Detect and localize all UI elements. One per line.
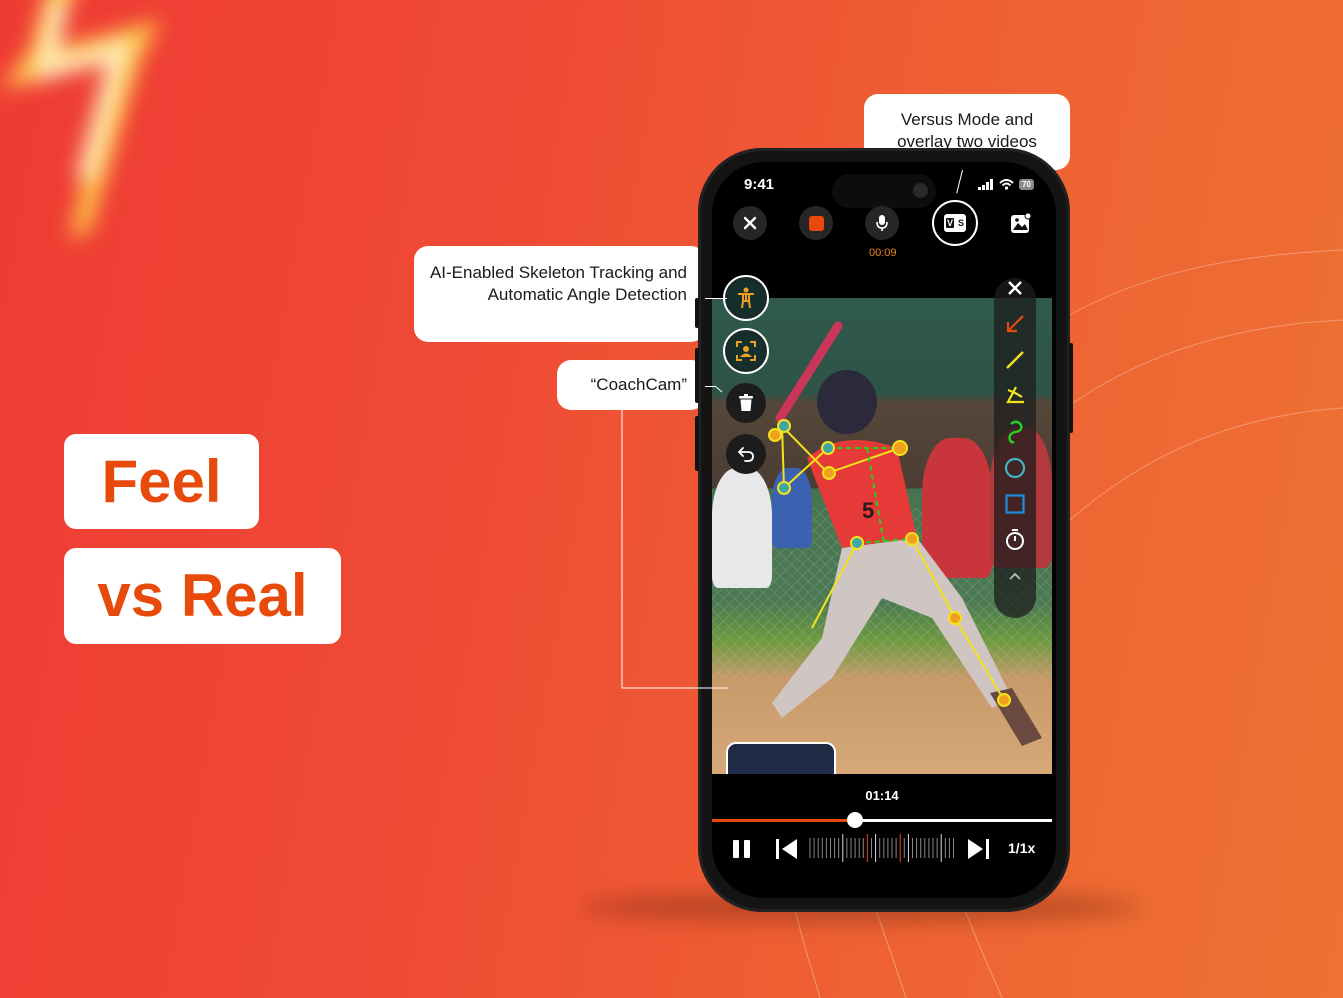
frame-strip[interactable] [808,833,958,863]
arrow-tool[interactable] [994,309,1036,339]
coach-portrait [728,744,834,774]
microphone-button[interactable] [865,206,899,240]
rectangle-icon [1005,494,1025,514]
callout-skeleton-tracking: AI-Enabled Skeleton Tracking and Automat… [414,246,705,342]
line-tool[interactable] [994,345,1036,375]
recording-timer: 00:09 [869,247,897,259]
versus-icon: VS [944,214,966,232]
close-button[interactable] [733,206,767,240]
lightning-bolt-decoration [0,0,160,240]
playback-speed-button[interactable]: 1/1x [1008,840,1035,856]
callout-skeleton-text: AI-Enabled Skeleton Tracking and Automat… [429,263,687,304]
chevron-up-icon [1009,572,1021,580]
skip-back-icon [776,839,797,859]
phone-screen: 9:41 70 00:09 VS 5 01:14 1/1x [712,162,1056,898]
arrow-icon [1006,315,1024,333]
signal-icon [978,179,994,190]
scrubber-progress [712,819,855,822]
joint-knee [948,611,962,625]
freehand-icon [1008,420,1023,444]
record-stop-icon [808,215,824,231]
versus-mode-button[interactable]: VS [932,200,978,246]
connector-skeleton [705,298,727,299]
line-icon [1006,351,1024,369]
phone-power-button [1069,343,1073,433]
gallery-button[interactable] [1010,212,1032,239]
front-camera [913,183,928,198]
next-frame-button[interactable] [966,838,990,865]
drawing-toolbar [994,278,1036,618]
circle-tool[interactable] [994,453,1036,483]
callout-versus-text: Versus Mode and overlay two videos [897,110,1037,151]
record-button[interactable] [799,206,833,240]
headline-vs-real: vs Real [64,548,341,644]
skeleton-leg-left [811,542,858,629]
skeleton-arm-right [774,424,901,475]
joint-hip-left [850,536,864,550]
angle-icon [1006,386,1024,404]
playback-controls: 1/1x [712,830,1052,866]
pause-icon [733,840,750,858]
previous-frame-button[interactable] [775,838,799,865]
skeleton-tracking-button[interactable] [723,275,769,321]
headline-line1: Feel [101,447,222,515]
microphone-icon [876,215,888,231]
collapse-toolbar-button[interactable] [994,561,1036,591]
joint-shoulder-right [892,440,908,456]
phone-action-button [695,298,699,328]
phone-frame: 9:41 70 00:09 VS 5 01:14 1/1x [695,148,1073,912]
battery-icon: 70 [1019,179,1034,190]
joint-elbow [822,466,836,480]
headline-line2: vs Real [97,562,308,629]
rectangle-tool[interactable] [994,489,1036,519]
close-icon [743,216,757,230]
stopwatch-icon [1006,529,1024,550]
skeleton-person-icon [738,287,754,309]
joint-shoulder-left [821,441,835,455]
playback-time: 01:14 [865,788,899,803]
headline-feel: Feel [64,434,259,529]
face-frame-icon [736,341,756,361]
angle-tool[interactable] [994,381,1036,411]
gallery-icon [1011,212,1032,233]
joint-hip-right [905,532,919,546]
coachcam-pip[interactable] [726,742,836,774]
close-icon [1008,281,1022,295]
skeleton-arm-left [781,425,829,491]
freehand-tool[interactable] [994,417,1036,447]
circle-icon [1004,457,1026,479]
scrubber-handle[interactable] [846,812,863,828]
joint-ankle [997,693,1011,707]
trash-icon [739,394,753,411]
status-time: 9:41 [744,176,775,193]
pause-button[interactable] [732,839,752,864]
joint-hand [777,419,791,433]
status-icons: 70 [978,179,1034,190]
joint-elbow-left [777,481,791,495]
wifi-icon [999,179,1014,190]
toolbar-close-button[interactable] [994,273,1036,303]
dynamic-island [832,174,936,208]
skip-forward-icon [968,839,989,859]
scrubber-track[interactable] [712,812,1052,828]
timer-tool[interactable] [994,525,1036,555]
connector-coachcam-pip [621,385,728,689]
